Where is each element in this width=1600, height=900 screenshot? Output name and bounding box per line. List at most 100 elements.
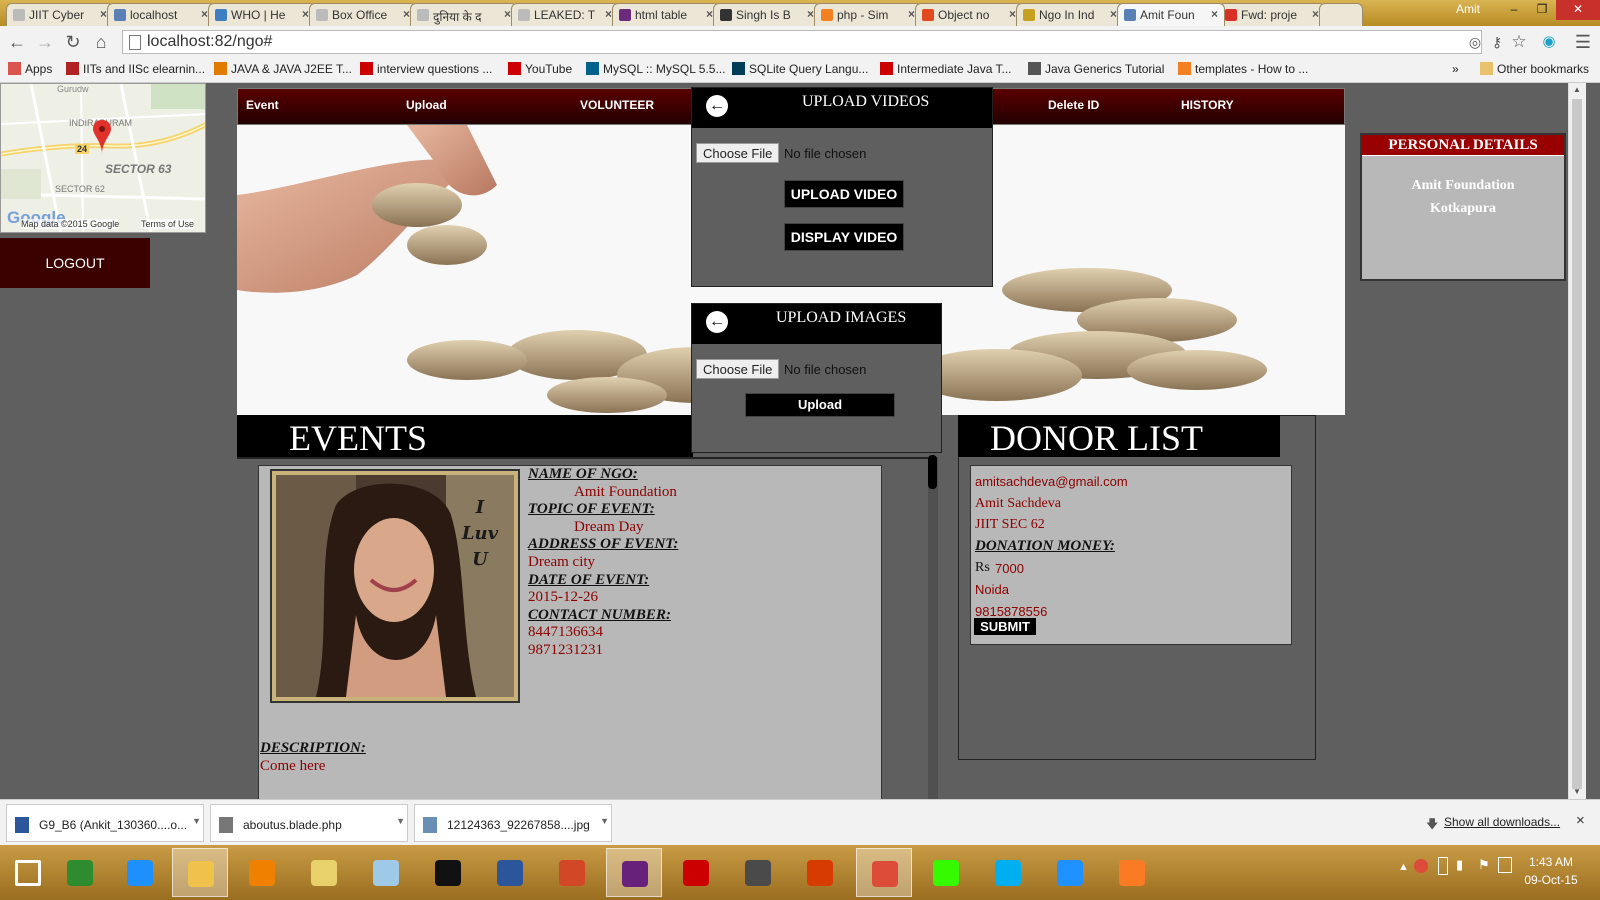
browser-tab[interactable]: Fwd: proje × xyxy=(1218,3,1326,26)
home-icon[interactable]: ⌂ xyxy=(90,31,112,53)
bookmark-item[interactable]: YouTube xyxy=(508,62,572,76)
browser-tab[interactable]: JIIT Cyber × xyxy=(6,3,114,26)
browser-tab[interactable]: Ngo In Ind × xyxy=(1016,3,1124,26)
nav-event[interactable]: Event xyxy=(246,98,279,112)
tab-close-icon[interactable]: × xyxy=(1312,7,1319,21)
tab-close-icon[interactable]: × xyxy=(201,7,208,21)
tab-close-icon[interactable]: × xyxy=(403,7,410,21)
browser-tab[interactable]: php - Sim × xyxy=(814,3,922,26)
bookmark-item[interactable]: Intermediate Java T... xyxy=(880,62,1012,76)
system-clock[interactable]: 1:43 AM 09-Oct-15 xyxy=(1508,853,1594,889)
flag-icon[interactable]: ⚑ xyxy=(1478,857,1490,873)
address-bar[interactable]: localhost:82/ngo# xyxy=(122,30,1482,54)
back-icon[interactable]: ← xyxy=(6,31,28,53)
tab-close-icon[interactable]: × xyxy=(908,7,915,21)
tab-close-icon[interactable]: × xyxy=(504,7,511,21)
upload-image-button[interactable]: Upload xyxy=(745,393,895,417)
tab-close-icon[interactable]: × xyxy=(100,7,107,21)
extension-icon[interactable]: ◉ xyxy=(1538,31,1560,53)
tab-close-icon[interactable]: × xyxy=(1110,7,1117,21)
menu-icon[interactable]: ☰ xyxy=(1572,31,1594,53)
upload-video-button[interactable]: UPLOAD VIDEO xyxy=(784,180,904,208)
maximize-icon[interactable]: ❐ xyxy=(1528,0,1556,20)
taskbar-ie-button[interactable] xyxy=(112,848,168,897)
taskbar-sublime-button[interactable] xyxy=(730,848,786,897)
download-options-icon[interactable]: ▼ xyxy=(600,816,609,826)
map-terms-link[interactable]: Terms of Use xyxy=(141,219,195,229)
close-window-icon[interactable]: ✕ xyxy=(1556,0,1600,20)
nav-history[interactable]: HISTORY xyxy=(1181,98,1234,112)
tab-close-icon[interactable]: × xyxy=(1009,7,1016,21)
bookmark-item[interactable]: SQLite Query Langu... xyxy=(732,62,868,76)
location-icon[interactable]: ◎ xyxy=(1464,31,1486,53)
taskbar-start-button[interactable] xyxy=(0,848,56,897)
donor-submit-button[interactable]: SUBMIT xyxy=(974,618,1036,635)
browser-tab[interactable]: localhost × xyxy=(107,3,215,26)
browser-tab[interactable]: Object no × xyxy=(915,3,1023,26)
taskbar-explorer-button[interactable] xyxy=(172,848,228,897)
chrome-tray-icon[interactable] xyxy=(1414,859,1428,873)
download-item[interactable]: G9_B6 (Ankit_130360....o... ▼ xyxy=(6,804,204,842)
tray-expand-icon[interactable]: ▲ xyxy=(1398,861,1409,873)
nav-upload[interactable]: Upload xyxy=(406,98,447,112)
show-all-downloads-link[interactable]: Show all downloads... xyxy=(1444,815,1560,829)
events-scroll-thumb[interactable] xyxy=(928,455,937,489)
browser-tab[interactable]: LEAKED: T × xyxy=(511,3,619,26)
bookmark-star-icon[interactable]: ☆ xyxy=(1508,31,1530,53)
bookmark-item[interactable]: Other bookmarks xyxy=(1480,62,1589,76)
download-options-icon[interactable]: ▼ xyxy=(396,816,405,826)
forward-icon[interactable]: → xyxy=(34,31,56,53)
bookmark-item[interactable]: Java Generics Tutorial xyxy=(1028,62,1164,76)
bookmark-item[interactable]: JAVA & JAVA J2EE T... xyxy=(214,62,352,76)
bookmark-item[interactable]: Apps xyxy=(8,62,52,76)
page-scroll-thumb[interactable] xyxy=(1572,99,1582,789)
page-scrollbar[interactable]: ▲ ▼ xyxy=(1568,83,1586,799)
browser-tab[interactable]: Singh Is B × xyxy=(713,3,821,26)
choose-video-file-button[interactable]: Choose File xyxy=(696,143,780,163)
download-options-icon[interactable]: ▼ xyxy=(192,816,201,826)
tab-close-icon[interactable]: × xyxy=(706,7,713,21)
browser-tab[interactable]: दुनिया के द × xyxy=(410,3,518,26)
taskbar-chrome-button[interactable] xyxy=(856,848,912,897)
browser-tab[interactable]: html table × xyxy=(612,3,720,26)
logout-button[interactable]: LOGOUT xyxy=(0,238,150,288)
taskbar-wifi-button[interactable] xyxy=(1042,848,1098,897)
taskbar-word-button[interactable] xyxy=(482,848,538,897)
profile-badge[interactable]: Amit xyxy=(1456,2,1480,16)
taskbar-visual-studio-button[interactable] xyxy=(606,848,662,897)
back-arrow-icon[interactable]: ← xyxy=(706,95,728,117)
close-downloads-icon[interactable]: × xyxy=(1576,812,1585,829)
scroll-up-icon[interactable]: ▲ xyxy=(1573,85,1581,94)
display-video-button[interactable]: DISPLAY VIDEO xyxy=(784,223,904,251)
browser-tab[interactable]: Box Office × xyxy=(309,3,417,26)
taskbar-notepad-button[interactable] xyxy=(358,848,414,897)
minimize-icon[interactable]: – xyxy=(1500,0,1528,20)
bookmark-item[interactable]: templates - How to ... xyxy=(1178,62,1308,76)
taskbar-xampp-button[interactable] xyxy=(1104,848,1160,897)
back-arrow-icon[interactable]: ← xyxy=(706,311,728,333)
taskbar-skype-button[interactable] xyxy=(980,848,1036,897)
network-icon[interactable]: ▮ xyxy=(1456,857,1463,873)
browser-tab[interactable]: Amit Foun × xyxy=(1117,3,1225,26)
scroll-down-icon[interactable]: ▼ xyxy=(1573,787,1581,796)
tab-close-icon[interactable]: × xyxy=(605,7,612,21)
google-map[interactable]: Gurudw INDIRAPURAM SECTOR 63 SECTOR 62 2… xyxy=(0,83,206,233)
bookmark-item[interactable]: MySQL :: MySQL 5.5... xyxy=(586,62,725,76)
map-marker-icon[interactable] xyxy=(93,120,111,154)
reload-icon[interactable]: ↻ xyxy=(62,31,84,53)
key-icon[interactable]: ⚷ xyxy=(1486,31,1508,53)
nav-volunteer[interactable]: VOLUNTEER xyxy=(580,98,654,112)
browser-tab[interactable]: WHO | He × xyxy=(208,3,316,26)
nav-delete-id[interactable]: Delete ID xyxy=(1048,98,1099,112)
taskbar-kaspersky-button[interactable] xyxy=(668,848,724,897)
download-item[interactable]: aboutus.blade.php ▼ xyxy=(210,804,408,842)
bookmarks-overflow[interactable]: » xyxy=(1452,62,1459,76)
bookmark-item[interactable]: IITs and IISc elearnin... xyxy=(66,62,205,76)
tab-close-icon[interactable]: × xyxy=(1211,7,1218,21)
tab-close-icon[interactable]: × xyxy=(807,7,814,21)
taskbar-folder-button[interactable] xyxy=(296,848,352,897)
battery-icon[interactable] xyxy=(1438,857,1448,875)
download-item[interactable]: 12124363_92267858....jpg ▼ xyxy=(414,804,612,842)
taskbar-dreamweaver-button[interactable] xyxy=(918,848,974,897)
choose-image-file-button[interactable]: Choose File xyxy=(696,359,780,379)
